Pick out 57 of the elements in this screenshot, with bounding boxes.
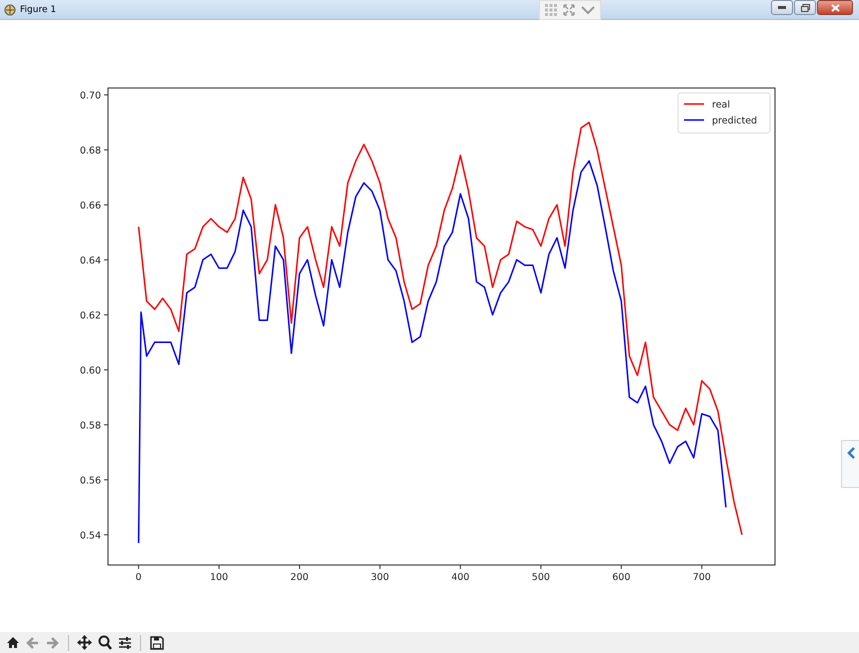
x-tick-label: 400 <box>451 572 470 583</box>
figure-app-icon <box>4 4 16 16</box>
minimize-button[interactable] <box>771 0 793 15</box>
chevron-down-icon <box>581 4 595 14</box>
search-icon <box>98 635 112 650</box>
y-tick-label: 0.56 <box>80 475 101 486</box>
y-axis-tick <box>104 314 108 316</box>
x-tick-label: 300 <box>370 572 390 583</box>
x-axis-tick <box>379 564 380 570</box>
x-tick-label: 200 <box>290 572 309 583</box>
snap-widget[interactable] <box>539 0 601 20</box>
y-axis-tick <box>104 149 108 150</box>
right-arrow-icon <box>46 636 59 648</box>
y-axis-tick <box>104 534 108 536</box>
x-axis-tick <box>138 564 140 570</box>
x-axis-tick <box>620 564 622 570</box>
left-arrow-icon <box>26 636 39 648</box>
legend-label: predicted <box>712 116 758 126</box>
y-tick-label: 0.60 <box>80 365 101 376</box>
window-title: Figure 1 <box>20 4 56 14</box>
x-tick-label: 500 <box>532 572 550 583</box>
y-axis-tick <box>104 259 108 260</box>
x-tick-label: 100 <box>210 572 228 583</box>
close-icon <box>830 4 840 12</box>
side-panel-tab[interactable] <box>841 440 859 488</box>
x-axis-tick <box>701 564 702 570</box>
y-axis-tick <box>104 204 108 206</box>
minimize-icon <box>778 6 786 9</box>
move-arrows-icon <box>77 635 92 650</box>
y-axis-tick <box>104 479 108 480</box>
x-tick-label: 700 <box>692 572 711 583</box>
legend-label: real <box>712 100 730 110</box>
y-tick-label: 0.66 <box>80 200 101 212</box>
x-tick-label: 600 <box>612 572 630 583</box>
y-tick-label: 0.70 <box>80 90 101 102</box>
y-tick-label: 0.58 <box>80 420 101 432</box>
chevron-left-icon <box>846 447 854 459</box>
y-tick-label: 0.62 <box>80 310 101 322</box>
x-axis-tick <box>218 564 220 570</box>
y-axis-tick <box>104 369 108 370</box>
pan-button[interactable] <box>75 633 94 652</box>
grid-icon <box>545 4 557 16</box>
x-axis-tick <box>460 564 461 570</box>
x-tick-label: 0 <box>136 572 142 583</box>
expand-icon <box>563 4 575 16</box>
restore-icon <box>800 4 810 12</box>
close-button[interactable] <box>817 0 853 15</box>
x-axis-tick <box>540 564 542 570</box>
y-tick-label: 0.64 <box>80 255 101 266</box>
maximize-button[interactable] <box>794 0 816 15</box>
x-axis-tick <box>299 564 300 570</box>
y-tick-label: 0.54 <box>80 530 101 542</box>
y-tick-label: 0.68 <box>80 145 101 156</box>
y-axis-tick <box>104 424 108 426</box>
home-icon <box>6 636 20 649</box>
sliders-icon <box>118 636 132 650</box>
y-axis-tick <box>104 94 108 96</box>
